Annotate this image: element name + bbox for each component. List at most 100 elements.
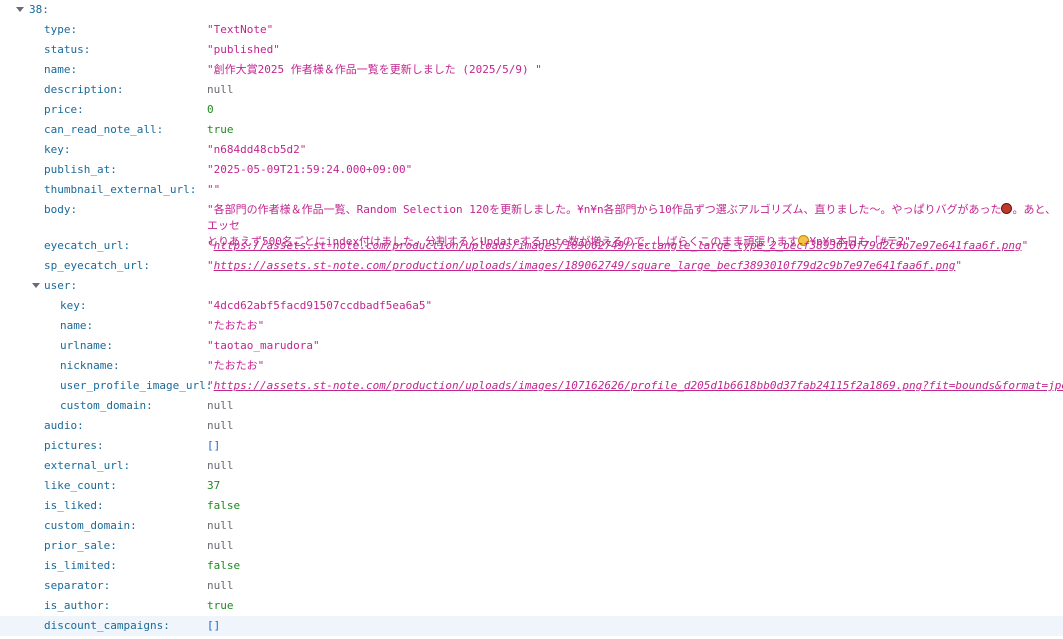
json-row[interactable]: is_author: true xyxy=(0,596,1063,616)
json-value: 0 xyxy=(207,103,214,116)
json-row[interactable]: price: 0 xyxy=(0,100,1063,120)
json-row[interactable]: name: "創作大賞2025 作者様＆作品一覧を更新しました (2025/5/… xyxy=(0,60,1063,80)
json-value: null xyxy=(207,579,234,592)
json-value: "4dcd62abf5facd91507ccdbadf5ea6a5" xyxy=(207,299,433,312)
json-row[interactable]: nickname: "たおたお" xyxy=(0,356,1063,376)
json-row[interactable]: is_liked: false xyxy=(0,496,1063,516)
json-key: pictures: xyxy=(44,439,104,452)
json-key: key: xyxy=(60,299,87,312)
json-key: key: xyxy=(44,143,71,156)
json-viewer: 38: type: "TextNote" status: "published"… xyxy=(0,0,1063,639)
sp-eyecatch-url-link[interactable]: https://assets.st-note.com/production/up… xyxy=(214,259,956,272)
json-value: false xyxy=(207,559,241,572)
json-row[interactable]: status: "published" xyxy=(0,40,1063,60)
node-index-label: 38: xyxy=(29,3,49,16)
json-value: 37 xyxy=(207,479,221,492)
json-row[interactable]: key: "4dcd62abf5facd91507ccdbadf5ea6a5" xyxy=(0,296,1063,316)
json-value: "published" xyxy=(207,43,280,56)
json-row[interactable]: name: "たおたお" xyxy=(0,316,1063,336)
json-row[interactable]: is_limited: false xyxy=(0,556,1063,576)
json-key: sp_eyecatch_url: xyxy=(44,259,150,272)
json-value: true xyxy=(207,123,234,136)
json-value: null xyxy=(207,519,234,532)
json-key: urlname: xyxy=(60,339,113,352)
json-key: custom_domain: xyxy=(44,519,137,532)
quote-mark: " xyxy=(207,239,214,252)
json-row-body[interactable]: body: "各部門の作者様＆作品一覧、Random Selection 120… xyxy=(0,200,1063,248)
json-key: like_count: xyxy=(44,479,117,492)
json-row[interactable]: urlname: "taotao_marudora" xyxy=(0,336,1063,356)
json-value: true xyxy=(207,599,234,612)
json-value-url: "https://assets.st-note.com/production/u… xyxy=(207,376,1063,396)
json-key: body: xyxy=(44,203,78,216)
json-key: type: xyxy=(44,23,78,36)
quote-mark: " xyxy=(1021,239,1029,252)
quote-mark: " xyxy=(207,379,214,392)
json-value: [] xyxy=(207,439,221,452)
json-key: description: xyxy=(44,83,124,96)
json-key: name: xyxy=(44,63,78,76)
json-key: external_url: xyxy=(44,459,131,472)
json-value: "" xyxy=(207,183,221,196)
quote-mark: " xyxy=(207,259,214,272)
json-key: custom_domain: xyxy=(60,399,153,412)
json-row[interactable]: audio: null xyxy=(0,416,1063,436)
json-node-user[interactable]: user: xyxy=(0,276,1063,296)
json-value: "TextNote" xyxy=(207,23,274,36)
json-row[interactable]: user_profile_image_url: "https://assets.… xyxy=(0,376,1063,396)
json-row[interactable]: thumbnail_external_url: "" xyxy=(0,180,1063,200)
json-key: discount_campaigns: xyxy=(44,619,170,632)
ladybug-emoji-icon xyxy=(1001,203,1013,214)
json-value-url: "https://assets.st-note.com/production/u… xyxy=(207,256,1063,276)
json-key: price: xyxy=(44,103,84,116)
json-value-url: "https://assets.st-note.com/production/u… xyxy=(207,236,1063,256)
json-row[interactable]: description: null xyxy=(0,80,1063,100)
json-value: null xyxy=(207,419,234,432)
json-row[interactable]: key: "n684dd48cb5d2" xyxy=(0,140,1063,160)
json-key: user: xyxy=(44,279,78,292)
collapse-chevron-icon[interactable] xyxy=(32,283,40,288)
json-row[interactable]: prior_sale: null xyxy=(0,536,1063,556)
json-key: user_profile_image_url: xyxy=(60,379,213,392)
json-value: "taotao_marudora" xyxy=(207,339,320,352)
json-row[interactable]: eyecatch_url: "https://assets.st-note.co… xyxy=(0,236,1063,256)
json-key: can_read_note_all: xyxy=(44,123,164,136)
json-value: "たおたお" xyxy=(207,319,265,332)
json-key: is_limited: xyxy=(44,559,117,572)
json-value: "たおたお" xyxy=(207,359,265,372)
json-value: null xyxy=(207,399,234,412)
json-key: audio: xyxy=(44,419,84,432)
json-value: "2025-05-09T21:59:24.000+09:00" xyxy=(207,163,413,176)
body-text-part: "各部門の作者様＆作品一覧、Random Selection 120を更新しまし… xyxy=(207,203,1002,216)
eyecatch-url-link[interactable]: https://assets.st-note.com/production/up… xyxy=(214,239,1022,252)
json-value: "創作大賞2025 作者様＆作品一覧を更新しました (2025/5/9) " xyxy=(207,63,542,76)
json-value: "n684dd48cb5d2" xyxy=(207,143,307,156)
json-value: null xyxy=(207,83,234,96)
collapse-chevron-icon[interactable] xyxy=(16,7,24,12)
json-row[interactable]: sp_eyecatch_url: "https://assets.st-note… xyxy=(0,256,1063,276)
json-key: is_author: xyxy=(44,599,111,612)
json-value: null xyxy=(207,539,234,552)
json-key: publish_at: xyxy=(44,163,117,176)
json-row[interactable]: publish_at: "2025-05-09T21:59:24.000+09:… xyxy=(0,160,1063,180)
json-row[interactable]: custom_domain: null xyxy=(0,396,1063,416)
json-row[interactable]: can_read_note_all: true xyxy=(0,120,1063,140)
json-node-38[interactable]: 38: xyxy=(0,0,1063,20)
profile-image-url-link[interactable]: https://assets.st-note.com/production/up… xyxy=(214,379,1063,392)
json-row[interactable]: external_url: null xyxy=(0,456,1063,476)
json-row[interactable]: pictures: [] xyxy=(0,436,1063,456)
json-key: name: xyxy=(60,319,94,332)
json-key: nickname: xyxy=(60,359,120,372)
json-key: separator: xyxy=(44,579,111,592)
json-key: is_liked: xyxy=(44,499,104,512)
json-row[interactable]: like_count: 37 xyxy=(0,476,1063,496)
json-row[interactable]: separator: null xyxy=(0,576,1063,596)
json-row-selected[interactable]: discount_campaigns: [] xyxy=(0,616,1063,636)
json-value: [] xyxy=(207,619,221,632)
json-value: false xyxy=(207,499,241,512)
json-key: status: xyxy=(44,43,91,56)
json-row[interactable]: custom_domain: null xyxy=(0,516,1063,536)
json-row[interactable]: type: "TextNote" xyxy=(0,20,1063,40)
json-key: thumbnail_external_url: xyxy=(44,183,197,196)
quote-mark: " xyxy=(955,259,962,272)
